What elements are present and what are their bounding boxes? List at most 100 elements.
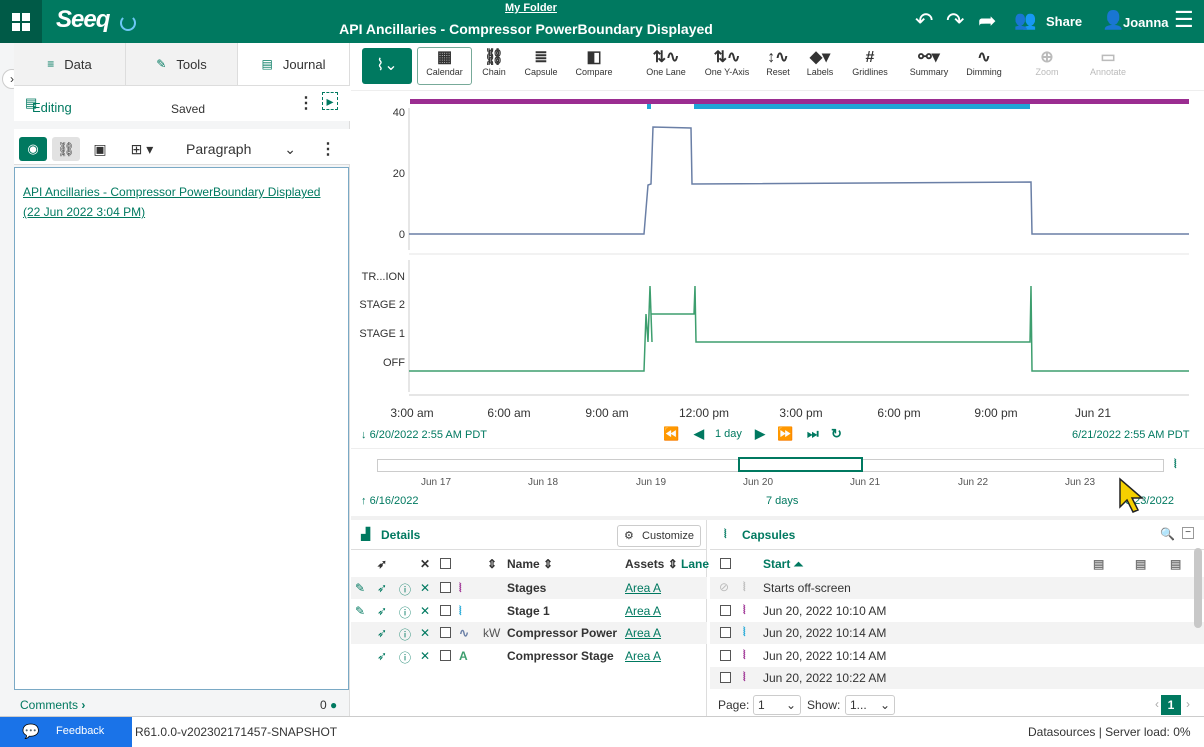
- add-column-icon-a[interactable]: ▤: [1093, 557, 1104, 571]
- paragraph-select[interactable]: Paragraph ⌄: [186, 137, 304, 161]
- start-column[interactable]: Start ⏶: [763, 557, 803, 572]
- tab-data[interactable]: ≡ Data: [14, 43, 126, 85]
- menu-icon[interactable]: ☰: [1174, 7, 1194, 33]
- row-checkbox[interactable]: [440, 649, 451, 661]
- add-column-icon-c[interactable]: ▤: [1170, 557, 1181, 571]
- tab-journal[interactable]: ▤ Journal: [238, 43, 350, 85]
- pencil-icon[interactable]: ✎: [355, 581, 365, 595]
- row-checkbox[interactable]: [440, 627, 451, 638]
- step-back-button[interactable]: ◀: [694, 426, 704, 442]
- rocket-icon[interactable]: ➶: [377, 649, 387, 663]
- exit-edit-icon[interactable]: ▸: [322, 92, 338, 110]
- customize-button[interactable]: ⚙ Customize: [617, 525, 701, 547]
- remove-icon[interactable]: ✕: [420, 604, 430, 618]
- step-forward-full-button[interactable]: ⏩: [777, 426, 793, 442]
- user-name[interactable]: Joanna: [1123, 15, 1169, 30]
- share-button[interactable]: Share: [1046, 14, 1082, 29]
- show-select[interactable]: 1... ⌄: [845, 695, 895, 715]
- step-forward-button[interactable]: ▶: [755, 426, 765, 442]
- seeq-link-button[interactable]: ◉: [19, 137, 47, 161]
- undo-icon[interactable]: ↶: [915, 8, 933, 34]
- tool-labels[interactable]: ◆▾ Labels: [801, 49, 839, 77]
- remove-icon[interactable]: ✕: [420, 581, 430, 595]
- chart-type-button[interactable]: ⌇⌄: [362, 48, 412, 84]
- step-back-full-button[interactable]: ⏪: [663, 426, 679, 442]
- end-time[interactable]: 6/21/2022 2:55 AM PDT: [1072, 429, 1189, 441]
- table-button[interactable]: ⊞ ▾: [120, 137, 164, 161]
- datasources-link[interactable]: Datasources | Server load: 0%: [1028, 725, 1191, 739]
- capsule-checkbox[interactable]: [720, 649, 731, 661]
- capsule-row[interactable]: ⊘ ⦚ Starts off-screen: [710, 577, 1204, 599]
- overview-duration[interactable]: 7 days: [766, 495, 798, 507]
- details-row[interactable]: ✎ ➶ ⓘ ✕ ⦚ Stages Area A: [351, 577, 707, 599]
- collapse-icon[interactable]: −: [1182, 527, 1194, 539]
- details-row[interactable]: ➶ ⓘ ✕ A Compressor Stage Area A: [351, 645, 707, 667]
- name-column[interactable]: Name ⇕: [507, 557, 553, 571]
- capsule-row[interactable]: ⦚ Jun 20, 2022 10:22 AM: [710, 667, 1204, 689]
- capsule-row[interactable]: ⦚ Jun 20, 2022 10:14 AM: [710, 622, 1204, 644]
- tool-reset[interactable]: ↕∿ Reset: [759, 49, 797, 77]
- rocket-icon[interactable]: ➶: [377, 626, 387, 640]
- tool-compare[interactable]: ◧ Compare: [569, 49, 619, 77]
- asset-link[interactable]: Area A: [625, 604, 661, 618]
- link-button[interactable]: ⛓: [52, 137, 80, 161]
- tool-chain[interactable]: ⛓ Chain: [475, 49, 513, 77]
- capsule-checkbox[interactable]: [720, 604, 731, 616]
- asset-link[interactable]: Area A: [625, 649, 661, 663]
- row-checkbox[interactable]: [440, 604, 451, 616]
- info-icon[interactable]: ⓘ: [399, 581, 411, 598]
- assets-column[interactable]: Assets ⇕: [625, 557, 678, 571]
- tab-tools[interactable]: ✎ Tools: [126, 43, 238, 85]
- stage1-capsule-bar-b[interactable]: [694, 104, 1030, 109]
- tool-capsule[interactable]: ≣ Capsule: [519, 49, 563, 77]
- info-icon[interactable]: ⓘ: [399, 604, 411, 621]
- info-icon[interactable]: ⓘ: [399, 649, 411, 666]
- overview-start[interactable]: ↑ 6/16/2022: [361, 495, 419, 507]
- pencil-icon[interactable]: ✎: [355, 604, 365, 618]
- stage1-capsule-bar-a[interactable]: [647, 104, 651, 109]
- remove-all-icon[interactable]: ✕: [420, 557, 430, 571]
- image-button[interactable]: ▣: [86, 137, 114, 161]
- overview-selection[interactable]: [738, 457, 863, 472]
- tool-one-y-axis[interactable]: ⇅∿ One Y-Axis: [697, 49, 757, 77]
- add-column-icon-b[interactable]: ▤: [1135, 557, 1146, 571]
- journal-editor[interactable]: API Ancillaries - Compressor PowerBounda…: [14, 167, 349, 690]
- capsule-row[interactable]: ⦚ Jun 20, 2022 10:14 AM: [710, 645, 1204, 667]
- details-row[interactable]: ✎ ➶ ⓘ ✕ ⦚ Stage 1 Area A: [351, 600, 707, 622]
- feedback-button[interactable]: 💬 Feedback: [0, 717, 132, 747]
- asset-link[interactable]: Area A: [625, 626, 661, 640]
- more-options-icon[interactable]: ⋮: [298, 93, 314, 113]
- page-select[interactable]: 1 ⌄: [753, 695, 801, 715]
- tool-dimming[interactable]: ∿ Dimming: [959, 49, 1009, 77]
- capsule-checkbox[interactable]: [720, 672, 731, 683]
- select-all-checkbox[interactable]: [440, 558, 451, 569]
- forward-icon[interactable]: ➦: [978, 8, 996, 34]
- rocket-icon[interactable]: ➶: [377, 604, 387, 618]
- asset-link[interactable]: Area A: [625, 581, 661, 595]
- redo-icon[interactable]: ↷: [946, 8, 964, 34]
- details-row[interactable]: ➶ ⓘ ✕ ∿ kW Compressor Power Area A: [351, 622, 707, 644]
- zoom-in-icon[interactable]: 🔍: [1160, 527, 1175, 541]
- jump-to-now-button[interactable]: ⏭: [807, 426, 819, 442]
- journal-worksheet-link[interactable]: API Ancillaries - Compressor PowerBounda…: [23, 182, 343, 222]
- remove-icon[interactable]: ✕: [420, 649, 430, 663]
- capsule-row[interactable]: ⦚ Jun 20, 2022 10:10 AM: [710, 600, 1204, 622]
- capsules-select-all[interactable]: [720, 558, 731, 569]
- next-page-icon[interactable]: ›: [1186, 697, 1190, 711]
- capsule-checkbox[interactable]: [720, 627, 731, 638]
- row-checkbox[interactable]: [440, 582, 451, 593]
- share-icon[interactable]: 👥: [1014, 10, 1036, 31]
- tool-calendar[interactable]: ▦ Calendar: [417, 49, 472, 77]
- folder-breadcrumb[interactable]: My Folder: [505, 2, 557, 14]
- tool-summary[interactable]: ⚯▾ Summary: [901, 49, 957, 77]
- trend-chart[interactable]: 40 20 0 TR...ION STAGE 2 STAGE 1 OFF 3:00 am 6:0…: [351, 92, 1204, 448]
- prev-page-icon[interactable]: ‹: [1155, 697, 1159, 711]
- comments-toggle[interactable]: Comments ›: [20, 698, 85, 712]
- stages-capsule-bar[interactable]: [410, 99, 1189, 104]
- duration[interactable]: 1 day: [715, 428, 742, 440]
- tool-gridlines[interactable]: # Gridlines: [845, 49, 895, 77]
- more-format-button[interactable]: ⋮: [314, 137, 342, 161]
- current-page[interactable]: 1: [1161, 695, 1181, 715]
- start-time[interactable]: ↓ 6/20/2022 2:55 AM PDT: [361, 429, 487, 441]
- info-icon[interactable]: ⓘ: [399, 626, 411, 643]
